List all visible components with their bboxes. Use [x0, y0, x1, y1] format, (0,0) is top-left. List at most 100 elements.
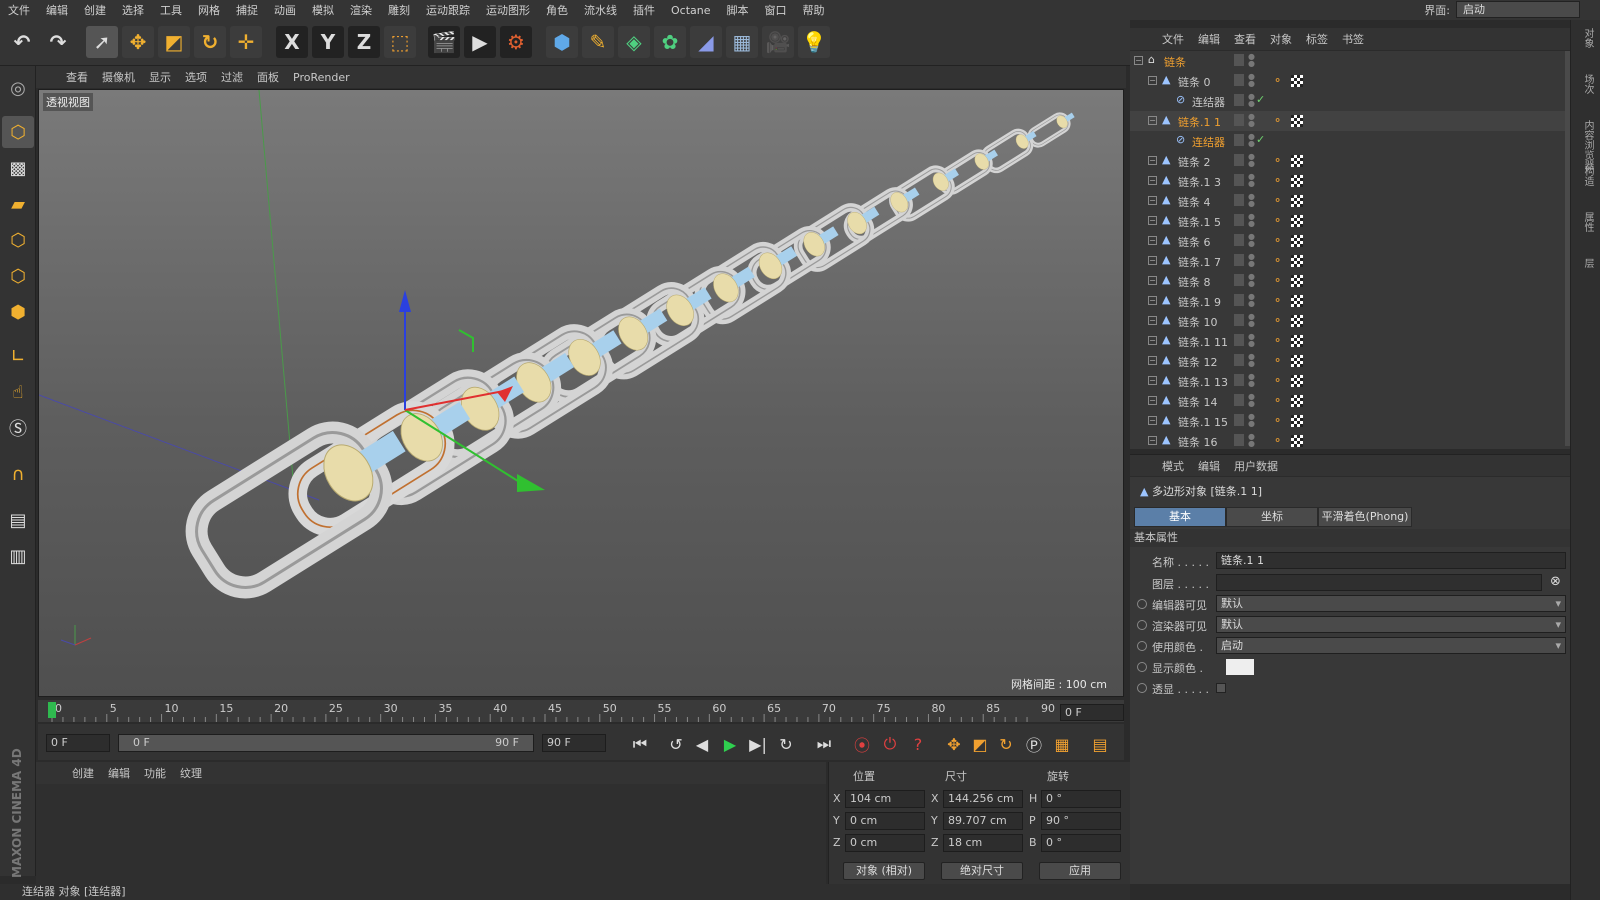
- keyframe-help-icon[interactable]: ?: [906, 732, 930, 756]
- phong-tag-icon[interactable]: ⚬: [1273, 375, 1285, 387]
- phong-tag-icon[interactable]: ⚬: [1273, 335, 1285, 347]
- object-row[interactable]: − ▲ 链条.1 15 ● ● ⚬: [1130, 411, 1570, 431]
- display-color-swatch[interactable]: [1226, 659, 1254, 675]
- points-mode-icon[interactable]: ⬡: [2, 224, 34, 256]
- layer-swatch[interactable]: [1234, 174, 1244, 186]
- editor-visible-select[interactable]: 默认: [1216, 595, 1566, 612]
- object-row[interactable]: − ▲ 链条 6 ● ● ⚬: [1130, 231, 1570, 251]
- attribute-menu-item[interactable]: 编辑: [1192, 458, 1228, 474]
- viewport-menu-item[interactable]: 摄像机: [96, 69, 143, 85]
- object-row[interactable]: − ▲ 链条.1 1 ● ● ⚬: [1130, 111, 1570, 131]
- end-frame-field[interactable]: 90 F: [542, 734, 606, 752]
- object-row[interactable]: − ▲ 链条 8 ● ● ⚬: [1130, 271, 1570, 291]
- object-row[interactable]: ⊘ 连结器 ● ● ✓: [1130, 131, 1570, 151]
- next-frame-icon[interactable]: ▶|: [746, 732, 770, 756]
- object-name[interactable]: 链条 0: [1178, 74, 1211, 90]
- magnet-icon[interactable]: ∩: [2, 458, 34, 490]
- layer-swatch[interactable]: [1234, 194, 1244, 206]
- visibility-dots-icon[interactable]: ● ●: [1248, 133, 1255, 148]
- object-menu-item[interactable]: 查看: [1228, 31, 1264, 47]
- expand-toggle-icon[interactable]: −: [1148, 216, 1157, 225]
- object-menu-item[interactable]: 对象: [1264, 31, 1300, 47]
- chain-link[interactable]: [1027, 108, 1078, 148]
- expand-toggle-icon[interactable]: −: [1148, 416, 1157, 425]
- visibility-dots-icon[interactable]: ● ●: [1248, 333, 1255, 348]
- coord-size-field[interactable]: 144.256 cm: [943, 790, 1023, 808]
- expand-toggle-icon[interactable]: −: [1148, 236, 1157, 245]
- expand-toggle-icon[interactable]: −: [1148, 76, 1157, 85]
- coord-position-field[interactable]: 104 cm: [845, 790, 925, 808]
- menu-item[interactable]: 网格: [190, 2, 228, 18]
- expand-toggle-icon[interactable]: −: [1148, 196, 1157, 205]
- visibility-dots-icon[interactable]: ● ●: [1248, 213, 1255, 228]
- expand-toggle-icon[interactable]: −: [1148, 116, 1157, 125]
- menu-item[interactable]: 动画: [266, 2, 304, 18]
- phong-tag-icon[interactable]: ⚬: [1273, 395, 1285, 407]
- deformer-icon[interactable]: ◢: [690, 26, 722, 58]
- material-menu-item[interactable]: 创建: [66, 765, 102, 781]
- object-name[interactable]: 链条 6: [1178, 234, 1211, 250]
- coord-rotation-field[interactable]: 0 °: [1041, 790, 1121, 808]
- material-tag-icon[interactable]: [1291, 375, 1303, 387]
- layer-swatch[interactable]: [1234, 334, 1244, 346]
- right-tab[interactable]: 构造: [1579, 166, 1593, 186]
- right-tab[interactable]: 场次: [1579, 74, 1593, 94]
- timeline-ruler[interactable]: 0 5 10 15 20 25 30 35 40 45 50 55 60 65 70 75 80 85 90: [38, 700, 1124, 722]
- axis-x-button[interactable]: X: [276, 26, 308, 58]
- axis-z-button[interactable]: Z: [348, 26, 380, 58]
- floor-icon[interactable]: ▦: [726, 26, 758, 58]
- object-name[interactable]: 链条.1 9: [1178, 294, 1221, 310]
- auto-key-icon[interactable]: ⏻: [878, 732, 902, 756]
- expand-toggle-icon[interactable]: −: [1148, 156, 1157, 165]
- tab-basic[interactable]: 基本: [1134, 507, 1226, 527]
- phong-tag-icon[interactable]: ⚬: [1273, 215, 1285, 227]
- expand-toggle-icon[interactable]: −: [1148, 396, 1157, 405]
- phong-tag-icon[interactable]: ⚬: [1273, 195, 1285, 207]
- object-name[interactable]: 链条.1 3: [1178, 174, 1221, 190]
- object-name[interactable]: 连结器: [1192, 94, 1225, 110]
- object-name[interactable]: 链条 8: [1178, 274, 1211, 290]
- material-tag-icon[interactable]: [1291, 295, 1303, 307]
- frame-range-slider[interactable]: 0 F 90 F: [118, 734, 534, 752]
- material-tag-icon[interactable]: [1291, 215, 1303, 227]
- coord-rotation-field[interactable]: 90 °: [1041, 812, 1121, 830]
- coord-size-field[interactable]: 18 cm: [943, 834, 1023, 852]
- menu-item[interactable]: 模拟: [304, 2, 342, 18]
- enabled-check-icon[interactable]: ✓: [1256, 93, 1265, 106]
- display-color-radio[interactable]: [1137, 662, 1147, 672]
- expand-toggle-icon[interactable]: −: [1148, 336, 1157, 345]
- light-icon[interactable]: 💡: [798, 26, 830, 58]
- material-tag-icon[interactable]: [1291, 275, 1303, 287]
- visibility-dots-icon[interactable]: ● ●: [1248, 173, 1255, 188]
- object-row[interactable]: − ▲ 链条.1 9 ● ● ⚬: [1130, 291, 1570, 311]
- tweak-mode-icon[interactable]: ☝: [2, 376, 34, 408]
- visibility-dots-icon[interactable]: ● ●: [1248, 353, 1255, 368]
- right-tab[interactable]: 对象: [1579, 28, 1593, 48]
- material-tag-icon[interactable]: [1291, 75, 1303, 87]
- xray-radio[interactable]: [1137, 683, 1147, 693]
- phong-tag-icon[interactable]: ⚬: [1273, 275, 1285, 287]
- object-name[interactable]: 链条.1 5: [1178, 214, 1221, 230]
- material-tag-icon[interactable]: [1291, 115, 1303, 127]
- object-row[interactable]: − ▲ 链条.1 3 ● ● ⚬: [1130, 171, 1570, 191]
- layer-swatch[interactable]: [1234, 434, 1244, 446]
- scale-tool-icon[interactable]: ◩: [158, 26, 190, 58]
- workplane-icon[interactable]: ▰: [2, 188, 34, 220]
- loop-back-icon[interactable]: ↺: [664, 732, 688, 756]
- layer-swatch[interactable]: [1234, 314, 1244, 326]
- object-row[interactable]: − ▲ 链条.1 7 ● ● ⚬: [1130, 251, 1570, 271]
- material-manager-area[interactable]: [36, 784, 826, 884]
- menu-item[interactable]: 渲染: [342, 2, 380, 18]
- snap-icon[interactable]: Ⓢ: [2, 412, 34, 444]
- phong-tag-icon[interactable]: ⚬: [1273, 115, 1285, 127]
- object-name[interactable]: 链条 12: [1178, 354, 1218, 370]
- layer-field[interactable]: [1216, 574, 1542, 591]
- object-name[interactable]: 链条 10: [1178, 314, 1218, 330]
- phong-tag-icon[interactable]: ⚬: [1273, 155, 1285, 167]
- xray-checkbox[interactable]: [1216, 683, 1226, 693]
- object-row[interactable]: ⊘ 连结器 ● ● ✓: [1130, 91, 1570, 111]
- phong-tag-icon[interactable]: ⚬: [1273, 355, 1285, 367]
- layer-swatch[interactable]: [1234, 394, 1244, 406]
- viewport-menu-item[interactable]: 过滤: [215, 69, 251, 85]
- right-tab[interactable]: 属性: [1579, 212, 1593, 232]
